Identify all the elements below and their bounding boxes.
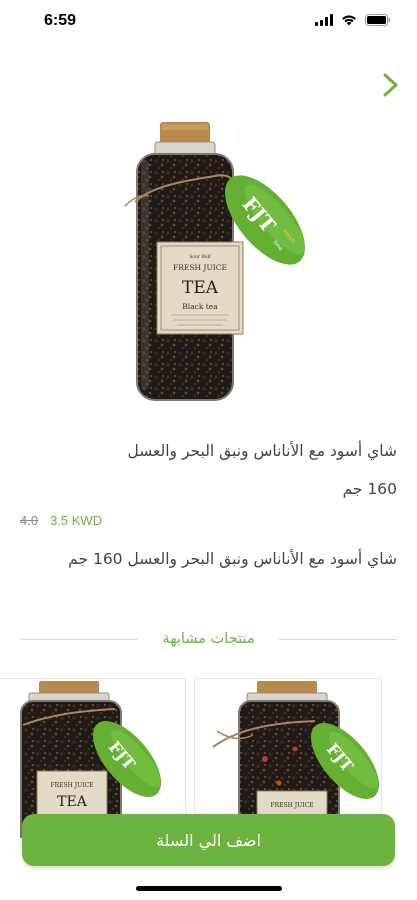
- price-row: 4.0 3.5 KWD: [20, 513, 102, 528]
- divider: [278, 638, 398, 640]
- old-price: 4.0: [20, 513, 39, 528]
- label-title: TEA: [182, 278, 219, 298]
- chevron-right-icon[interactable]: [377, 70, 403, 100]
- card-label-brand: FRESH JUICE: [270, 802, 313, 809]
- signal-icon: [315, 14, 333, 26]
- card-label-title: TEA: [57, 794, 88, 810]
- current-price: 3.5 KWD: [50, 513, 103, 528]
- product-name: شاي أسود مع الأناناس ونبق البحر والعسل: [127, 442, 397, 460]
- add-to-cart-button[interactable]: اضف الي السلة: [22, 814, 395, 866]
- status-time: 6:59: [44, 12, 77, 29]
- home-indicator[interactable]: [136, 886, 282, 891]
- divider: [20, 638, 139, 640]
- similar-products-title: منتجات مشابهة: [162, 631, 255, 647]
- label-small-brand: Sour Bulf: [189, 254, 211, 260]
- label-brand: FRESH JUICE: [173, 263, 227, 272]
- similar-products-header: منتجات مشابهة: [20, 626, 398, 652]
- status-bar: 6:59: [0, 0, 417, 46]
- product-weight: 160 جم: [342, 480, 397, 498]
- battery-icon: [365, 14, 391, 26]
- label-subtitle: Black tea: [182, 302, 218, 311]
- status-icons: [315, 14, 391, 26]
- product-image: Sour Bulf FRESH JUICE TEA Black tea FJT …: [124, 122, 306, 401]
- wifi-icon: [342, 15, 356, 26]
- product-description: شاي أسود مع الأناناس ونبق البحر والعسل 1…: [68, 550, 397, 568]
- card-label-brand: FRESH JUICE: [50, 782, 93, 789]
